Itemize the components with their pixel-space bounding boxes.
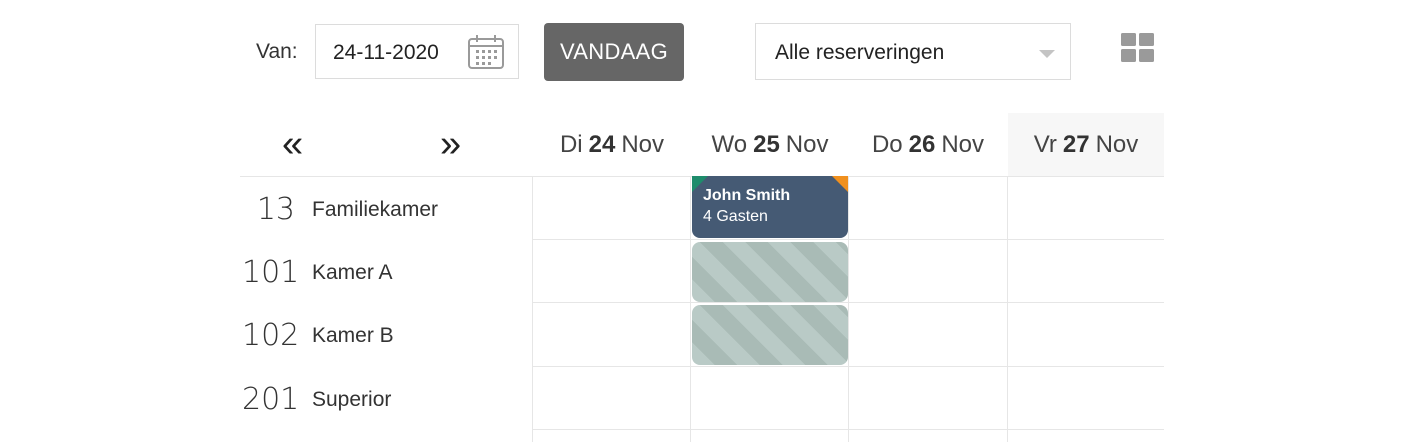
room-number: 101 bbox=[242, 255, 300, 290]
room-number: 201 bbox=[242, 382, 300, 417]
day-month: Nov bbox=[621, 130, 665, 158]
day-weekday: Di bbox=[559, 130, 583, 158]
day-weekday: Wo bbox=[711, 130, 748, 158]
blocked-cell[interactable] bbox=[692, 242, 848, 302]
room-name: Familiekamer bbox=[312, 198, 439, 221]
booking-guest-count: 4 Gasten bbox=[703, 208, 768, 225]
grid-line bbox=[532, 176, 533, 442]
day-header: Do 26 Nov bbox=[849, 113, 1007, 176]
day-number: 26 bbox=[908, 130, 936, 158]
day-number: 27 bbox=[1062, 130, 1090, 158]
today-button[interactable]: VANDAAG bbox=[544, 23, 684, 81]
filter-value: Alle reserveringen bbox=[775, 41, 945, 64]
grid-line bbox=[1007, 176, 1008, 442]
day-header: Wo 25 Nov bbox=[691, 113, 849, 176]
grid-line bbox=[690, 176, 691, 442]
next-week-button[interactable]: » bbox=[440, 125, 461, 163]
room-number: 13 bbox=[256, 192, 295, 227]
date-input[interactable]: 24-11-2020 bbox=[315, 24, 519, 79]
booking-card[interactable]: John Smith 4 Gasten bbox=[692, 176, 848, 238]
day-number: 25 bbox=[753, 130, 780, 158]
previous-week-button[interactable]: « bbox=[282, 125, 303, 163]
day-month: Nov bbox=[785, 130, 829, 158]
room-name: Superior bbox=[312, 388, 392, 411]
calendar-icon[interactable] bbox=[467, 34, 505, 75]
date-value: 24-11-2020 bbox=[333, 41, 439, 64]
chevron-down-icon bbox=[1039, 50, 1055, 58]
reservation-filter-select[interactable]: Alle reserveringen bbox=[755, 23, 1071, 80]
booking-guest-name: John Smith bbox=[703, 187, 791, 204]
day-weekday: Vr bbox=[1033, 130, 1057, 158]
grid-line bbox=[848, 176, 849, 442]
day-weekday: Do bbox=[871, 130, 903, 158]
blocked-cell[interactable] bbox=[692, 305, 848, 365]
grid-view-icon[interactable] bbox=[1121, 33, 1154, 67]
day-header: Vr 27 Nov bbox=[1008, 113, 1164, 176]
day-number: 24 bbox=[588, 130, 616, 158]
from-label: Van: bbox=[256, 40, 298, 63]
day-header: Di 24 Nov bbox=[533, 113, 691, 176]
room-name: Kamer B bbox=[312, 324, 394, 347]
room-name: Kamer A bbox=[312, 261, 393, 284]
checkout-marker bbox=[832, 176, 848, 192]
day-month: Nov bbox=[1095, 130, 1139, 158]
room-number: 102 bbox=[242, 318, 300, 353]
day-month: Nov bbox=[941, 130, 985, 158]
